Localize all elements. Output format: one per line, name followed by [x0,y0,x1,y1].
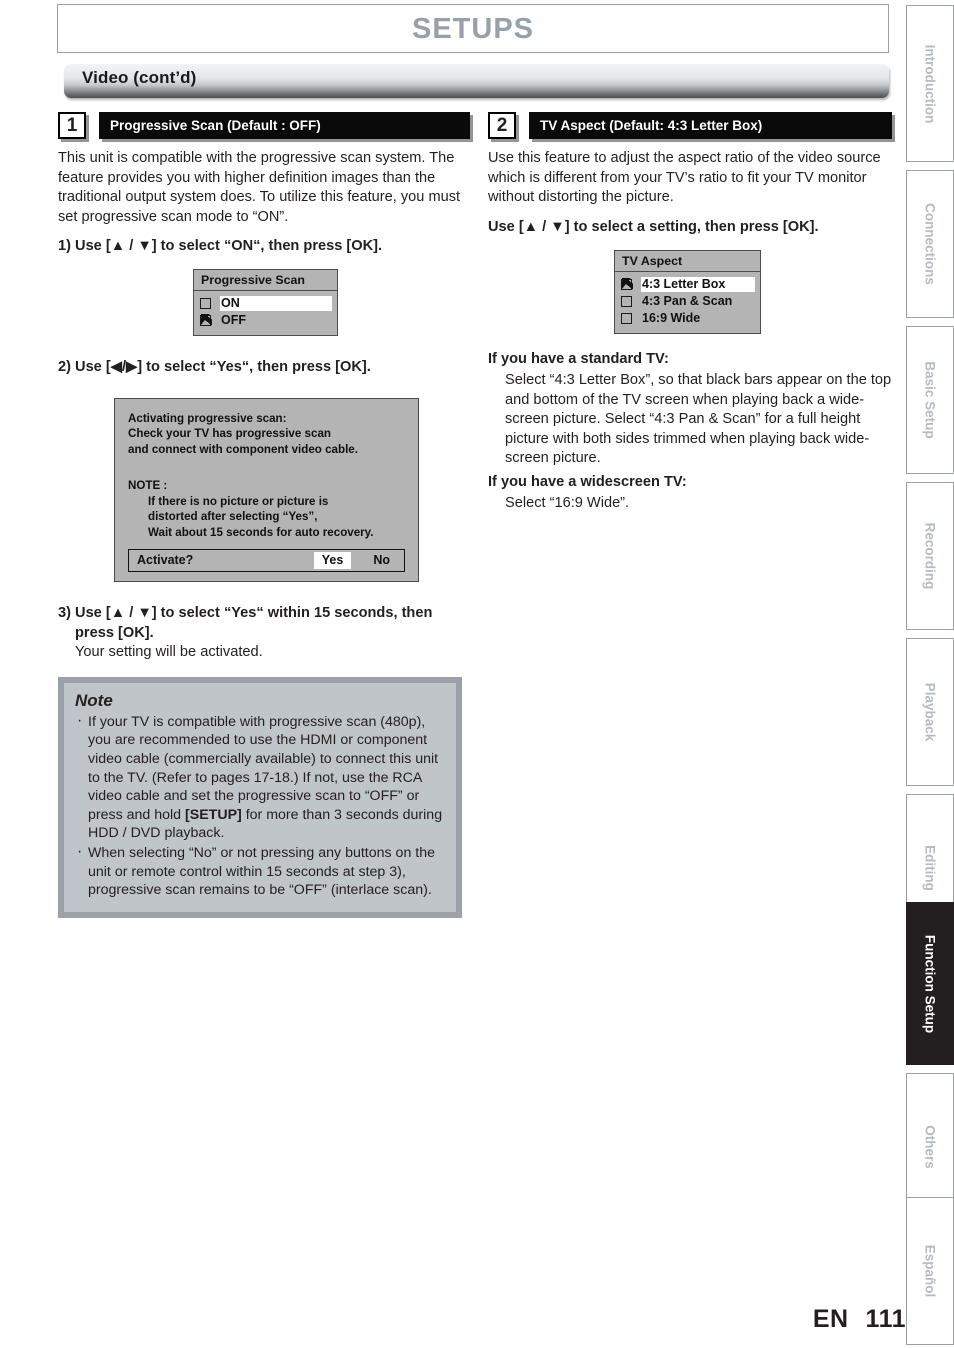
footer-page-number: 111 [865,1305,906,1333]
section-2-title-bar: TV Aspect (Default: 4:3 Letter Box) [529,112,892,139]
dialog-yes-button[interactable]: Yes [313,551,352,570]
dialog-spacer [128,457,405,478]
side-tab-label: Introduction [922,44,938,123]
activating-progressive-scan-dialog[interactable]: Activating progressive scan: Check your … [114,397,419,583]
tv-aspect-option-wide[interactable]: 16:9 Wide [621,310,755,327]
section-2-number: 2 [488,112,516,139]
progressive-scan-intro: This unit is compatible with the progres… [58,150,461,225]
tv-aspect-option-panscan[interactable]: 4:3 Pan & Scan [621,293,755,310]
side-tab-recording[interactable]: Recording [906,482,954,630]
side-tab-espa-ol[interactable]: Español [906,1197,954,1345]
side-tab-basic-setup[interactable]: Basic Setup [906,326,954,474]
tv-aspect-option-wide-label: 16:9 Wide [642,311,701,326]
section-1-title-bar: Progressive Scan (Default : OFF) [99,112,470,139]
note-bullet-1: If your TV is compatible with progressiv… [75,712,445,843]
checkbox-checked-icon[interactable] [621,278,633,291]
dialog-line-2: Check your TV has progressive scan [128,427,331,441]
standard-tv-text: Select “4:3 Letter Box”, so that black b… [505,371,892,467]
side-tab-label: Editing [922,845,938,891]
side-tab-playback[interactable]: Playback [906,638,954,786]
tv-aspect-menu[interactable]: TV Aspect 4:3 Letter Box 4:3 Pan & Scan … [614,250,761,335]
footer-language: EN [812,1305,849,1333]
tv-aspect-intro: Use this feature to adjust the aspect ra… [488,150,881,206]
dialog-action-row: Activate? Yes No [128,549,405,573]
page-title: SETUPS [411,13,535,45]
progressive-scan-step-1: 1) Use [▲ / ▼] to select “ON“, then pres… [58,238,383,255]
dialog-no-button[interactable]: No [367,552,396,570]
progressive-scan-option-off[interactable]: OFF [200,312,332,329]
progressive-scan-menu-title: Progressive Scan [194,269,337,291]
progressive-scan-menu-body: ON OFF [194,291,337,335]
side-tab-function-setup[interactable]: Function Setup [906,902,954,1065]
progressive-scan-step-3-sub: Your setting will be activated. [75,644,263,661]
dialog-note-line-3: Wait about 15 seconds for auto recovery. [148,525,374,539]
side-tab-strip: Introduction Connections Basic Setup Record… [906,0,954,1348]
side-tab-label: Function Setup [922,934,938,1033]
progressive-scan-option-off-label: OFF [221,312,246,327]
tv-aspect-menu-body: 4:3 Letter Box 4:3 Pan & Scan 16:9 Wide [615,272,760,333]
checkbox-checked-icon[interactable] [200,313,212,326]
side-tab-label: Recording [922,522,938,590]
dialog-note-line-2: distorted after selecting “Yes”, [148,510,318,524]
side-tab-label: Basic Setup [922,361,938,439]
tv-aspect-menu-title: TV Aspect [615,251,760,273]
progressive-scan-menu[interactable]: Progressive Scan ON OFF [193,268,338,336]
side-tab-label: Playback [922,682,938,742]
left-column: 1 Progressive Scan (Default : OFF) This … [58,112,470,918]
progressive-scan-step-2: 2) Use [◀/▶] to select “Yes“, then press… [58,358,371,375]
dialog-note-line-1: If there is no picture or picture is [148,494,329,508]
progressive-scan-option-on[interactable]: ON [200,295,332,312]
dialog-note-label: NOTE : [128,479,168,493]
progressive-scan-option-on-label: ON [220,295,332,311]
side-tab-label: Others [922,1125,938,1169]
dialog-question: Activate? [137,552,194,567]
checkbox-unchecked-icon[interactable] [621,296,632,308]
section-bar: Video (cont’d) [64,64,889,98]
note-bullet-2: When selecting “No” or not pressing any … [75,843,445,900]
checkbox-unchecked-icon[interactable] [200,297,211,309]
section-1-heading: 1 Progressive Scan (Default : OFF) [58,112,470,140]
tv-aspect-instruction: Use [▲ / ▼] to select a setting, then pr… [488,218,819,235]
section-1-title: Progressive Scan (Default : OFF) [110,118,321,133]
widescreen-tv-text: Select “16:9 Wide”. [505,494,630,511]
standard-tv-title: If you have a standard TV: [488,351,669,368]
page-header-box: SETUPS [57,4,889,53]
tv-aspect-option-letterbox-label: 4:3 Letter Box [641,277,755,293]
page-footer: EN 111 [813,1305,906,1334]
tv-aspect-option-letterbox[interactable]: 4:3 Letter Box [621,276,755,293]
progressive-scan-step-3-line-1: 3) Use [▲ / ▼] to select “Yes“ within 15… [58,605,433,622]
section-bar-label: Video (cont’d) [82,68,197,87]
section-2-heading: 2 TV Aspect (Default: 4:3 Letter Box) [488,112,892,140]
section-2-title: TV Aspect (Default: 4:3 Letter Box) [540,118,763,133]
side-tab-connections[interactable]: Connections [906,170,954,318]
checkbox-unchecked-icon[interactable] [621,313,632,325]
note-box: Note If your TV is compatible with progr… [58,676,462,918]
side-tab-label: Español [922,1244,938,1298]
side-tab-introduction[interactable]: Introduction [906,5,954,162]
tv-aspect-option-panscan-label: 4:3 Pan & Scan [642,294,733,309]
right-column: 2 TV Aspect (Default: 4:3 Letter Box) Us… [488,112,892,517]
section-1-number: 1 [58,112,86,139]
side-tab-label: Connections [922,203,938,285]
dialog-line-3: and connect with component video cable. [128,442,358,456]
dialog-line-1: Activating progressive scan: [128,411,287,425]
note-title: Note [75,690,113,710]
note-bullet-1-setup-key: [SETUP] [185,806,242,823]
progressive-scan-step-3-line-2: press [OK]. [75,624,154,641]
widescreen-tv-title: If you have a widescreen TV: [488,473,687,490]
